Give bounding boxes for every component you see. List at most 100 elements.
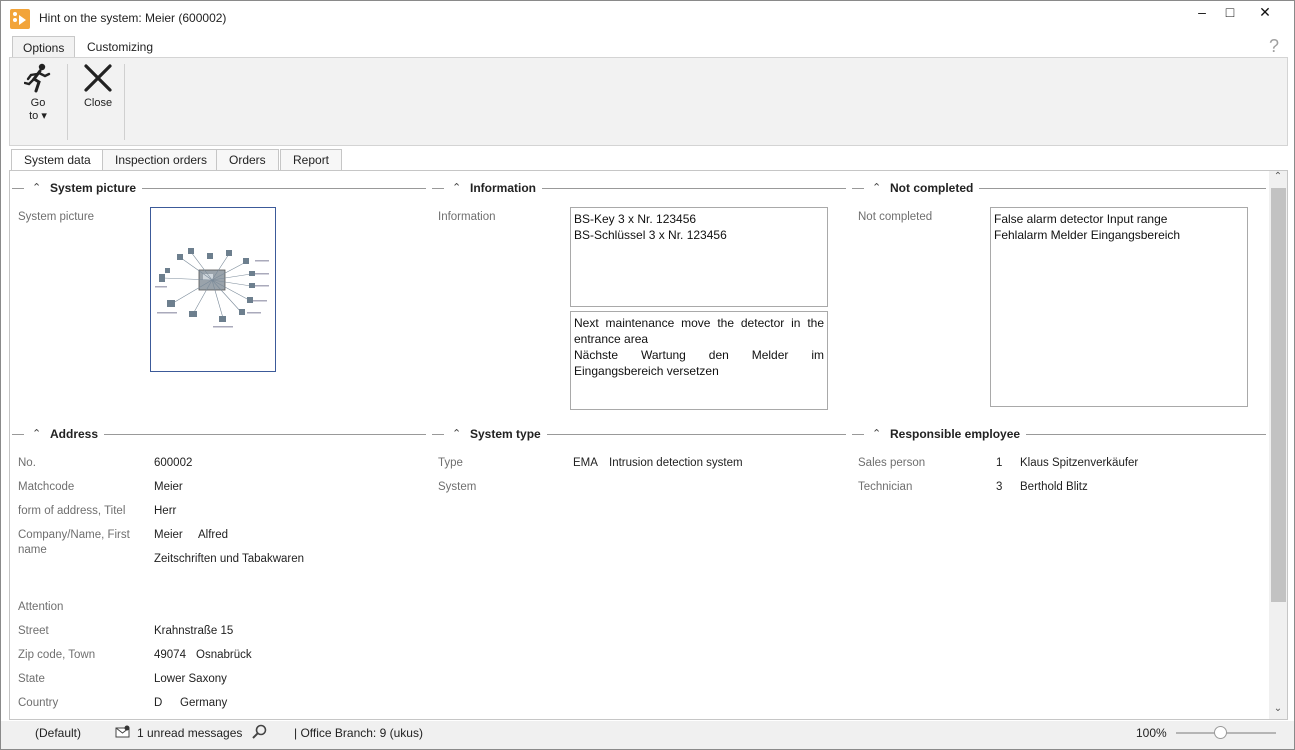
section-not-completed[interactable]: ⌃ Not completed — [852, 181, 1266, 195]
collapse-chevron-icon[interactable]: ⌃ — [872, 427, 881, 440]
information-label: Information — [438, 211, 496, 223]
system-data-panel: ⌃ System picture System picture ⌃ Inform… — [9, 170, 1288, 720]
zoom-level: 100% — [1136, 726, 1167, 740]
maximize-button[interactable]: □ — [1215, 4, 1245, 24]
search-icon[interactable] — [251, 724, 267, 743]
zip-value[interactable]: 49074 — [154, 649, 186, 661]
ribbon-tab-bar: Options Customizing ? — [1, 34, 1294, 59]
section-system-type[interactable]: ⌃ System type — [432, 427, 846, 441]
section-system-picture[interactable]: ⌃ System picture — [12, 181, 426, 195]
type-code-value[interactable]: EMA — [573, 457, 598, 469]
sales-person-number[interactable]: 1 — [996, 457, 1002, 469]
street-label: Street — [18, 625, 49, 637]
envelope-icon[interactable] — [115, 725, 131, 742]
matchcode-value[interactable]: Meier — [154, 481, 183, 493]
close-x-icon — [78, 62, 118, 97]
form-of-address-value[interactable]: Herr — [154, 505, 176, 517]
country-value[interactable]: Germany — [180, 697, 227, 709]
title-bar: Hint on the system: Meier (600002) – □ ✕ — [1, 1, 1294, 33]
information-line: BS-Key 3 x Nr. 123456 — [574, 212, 697, 226]
information-line: Next maintenance move the detector in th… — [574, 315, 824, 331]
ribbon-toolbar: Go to ▾ Close — [9, 57, 1288, 146]
street-value[interactable]: Krahnstraße 15 — [154, 625, 233, 637]
section-title: Not completed — [890, 181, 980, 195]
not-completed-textbox[interactable]: False alarm detector Input range Fehlala… — [990, 207, 1248, 407]
information-text: Next maintenance move the detector in th… — [574, 316, 824, 330]
scrollbar-thumb[interactable] — [1271, 188, 1286, 602]
company-name-label: Company/Name, First — [18, 529, 130, 541]
technician-number[interactable]: 3 — [996, 481, 1002, 493]
section-title: Information — [470, 181, 542, 195]
no-label: No. — [18, 457, 36, 469]
goto-label-line2: to ▾ — [29, 110, 47, 122]
app-window: Hint on the system: Meier (600002) – □ ✕… — [0, 0, 1295, 750]
scroll-down-icon[interactable]: ⌄ — [1269, 703, 1287, 719]
office-branch-status: | Office Branch: 9 (ukus) — [294, 726, 423, 740]
minimize-button[interactable]: – — [1187, 4, 1217, 24]
close-button[interactable]: Close — [78, 62, 118, 109]
technician-name[interactable]: Berthold Blitz — [1020, 481, 1088, 493]
close-label: Close — [83, 97, 113, 109]
goto-button[interactable]: Go to ▾ — [18, 62, 58, 122]
not-completed-line: False alarm detector Input range — [994, 212, 1168, 226]
information-line: Nächste Wartung den Melder im — [574, 348, 824, 362]
section-title: System picture — [50, 181, 143, 195]
ribbon-tab-options[interactable]: Options — [12, 36, 76, 59]
section-title: Address — [50, 427, 105, 441]
goto-label-line1: Go — [30, 97, 46, 109]
section-title: System type — [470, 427, 547, 441]
country-label: Country — [18, 697, 59, 709]
section-information[interactable]: ⌃ Information — [432, 181, 846, 195]
information-textbox-2[interactable]: Next maintenance move the detector in th… — [570, 311, 828, 410]
information-line: Eingangsbereich versetzen — [574, 364, 719, 378]
scroll-up-icon[interactable]: ⌃ — [1269, 171, 1287, 187]
unread-messages-status[interactable]: 1 unread messages — [137, 726, 242, 740]
matchcode-label: Matchcode — [18, 481, 75, 493]
tab-system-data[interactable]: System data — [11, 149, 104, 172]
collapse-chevron-icon[interactable]: ⌃ — [452, 181, 461, 194]
app-logo-icon — [10, 9, 30, 29]
tab-report[interactable]: Report — [280, 149, 343, 171]
sales-person-name[interactable]: Klaus Spitzenverkäufer — [1020, 457, 1138, 469]
not-completed-line: Fehlalarm Melder Eingangsbereich — [994, 228, 1181, 242]
collapse-chevron-icon[interactable]: ⌃ — [872, 181, 881, 194]
information-line: entrance area — [574, 332, 649, 346]
running-person-icon — [18, 62, 58, 97]
type-label: Type — [438, 457, 463, 469]
company-line2-value[interactable]: Zeitschriften und Tabakwaren — [154, 553, 304, 565]
system-picture-image[interactable] — [150, 207, 276, 372]
collapse-chevron-icon[interactable]: ⌃ — [32, 427, 41, 440]
help-icon[interactable]: ? — [1269, 36, 1279, 57]
information-line: BS-Schlüssel 3 x Nr. 123456 — [574, 228, 727, 242]
section-title: Responsible employee — [890, 427, 1027, 441]
country-code-value[interactable]: D — [154, 697, 162, 709]
section-address[interactable]: ⌃ Address — [12, 427, 426, 441]
collapse-chevron-icon[interactable]: ⌃ — [32, 181, 41, 194]
ribbon-separator — [67, 64, 68, 140]
not-completed-label: Not completed — [858, 211, 933, 223]
first-name-value[interactable]: Alfred — [198, 529, 228, 541]
tab-orders[interactable]: Orders — [216, 149, 279, 171]
technician-label: Technician — [858, 481, 913, 493]
section-responsible-employee[interactable]: ⌃ Responsible employee — [852, 427, 1266, 441]
state-value[interactable]: Lower Saxony — [154, 673, 227, 685]
ribbon-tab-customizing[interactable]: Customizing — [77, 36, 163, 59]
no-value[interactable]: 600002 — [154, 457, 192, 469]
type-value[interactable]: Intrusion detection system — [609, 457, 743, 469]
profile-status[interactable]: (Default) — [35, 726, 81, 740]
window-title: Hint on the system: Meier (600002) — [39, 11, 227, 25]
sales-person-label: Sales person — [858, 457, 926, 469]
company-name-label-2: name — [18, 544, 47, 556]
town-value[interactable]: Osnabrück — [196, 649, 252, 661]
zip-town-label: Zip code, Town — [18, 649, 96, 661]
form-of-address-label: form of address, Titel — [18, 505, 126, 517]
zoom-slider-thumb[interactable] — [1213, 726, 1227, 739]
status-bar: (Default) 1 unread messages | Office Bra… — [1, 721, 1294, 749]
information-textbox-1[interactable]: BS-Key 3 x Nr. 123456 BS-Schlüssel 3 x N… — [570, 207, 828, 307]
window-close-button[interactable]: ✕ — [1250, 4, 1280, 24]
vertical-scrollbar[interactable]: ⌃ ⌄ — [1269, 171, 1287, 719]
tab-inspection-orders[interactable]: Inspection orders — [102, 149, 221, 171]
system-label: System — [438, 481, 477, 493]
collapse-chevron-icon[interactable]: ⌃ — [452, 427, 461, 440]
company-name-value[interactable]: Meier — [154, 529, 183, 541]
